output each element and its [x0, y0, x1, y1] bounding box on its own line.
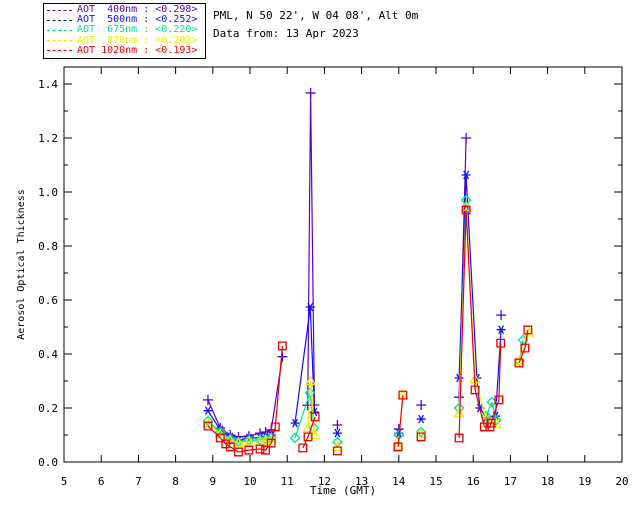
plus-marker-400nm [461, 133, 472, 144]
series-line-400nm [207, 92, 467, 438]
plus-marker-400nm [416, 400, 427, 411]
x-tick-label: 6 [98, 475, 105, 488]
y-tick-label: 1.4 [38, 78, 58, 91]
y-tick-label: 0.6 [38, 294, 58, 307]
x-tick-label: 10 [243, 475, 256, 488]
x-tick-label: 20 [615, 475, 628, 488]
plus-marker-400nm [305, 87, 316, 98]
asterisk-marker-500nm [332, 428, 342, 438]
y-tick-label: 1.0 [38, 186, 58, 199]
plus-marker-400nm [202, 394, 213, 405]
aot-chart: 5 6 7 8 9 10 11 12 13 14 15 16 17 18 19 200.00.20.40.60… [16, 66, 629, 497]
y-tick-label: 0.2 [38, 402, 58, 415]
series-line-675nm [207, 200, 524, 443]
x-tick-label: 14 [392, 475, 406, 488]
series-1020nm [203, 205, 533, 457]
x-tick-label: 11 [281, 475, 294, 488]
series-line-500nm [207, 174, 502, 441]
x-tick-label: 19 [578, 475, 591, 488]
x-tick-label: 7 [135, 475, 142, 488]
x-tick-label: 18 [541, 475, 554, 488]
x-tick-label: 5 [61, 475, 68, 488]
plus-marker-400nm [496, 310, 507, 321]
series-line-1020nm [207, 210, 529, 453]
y-tick-label: 0.4 [38, 348, 58, 361]
x-tick-label: 17 [504, 475, 517, 488]
y-tick-label: 0.8 [38, 240, 58, 253]
y-tick-label: 0.0 [38, 456, 58, 469]
asterisk-marker-500nm [416, 414, 426, 424]
x-tick-label: 9 [209, 475, 216, 488]
plot-frame [63, 66, 623, 463]
x-tick-label: 16 [467, 475, 480, 488]
x-tick-label: 8 [172, 475, 179, 488]
y-axis-title: Aerosol Optical Thickness [16, 189, 27, 340]
aot-plot-window: { "header": { "line1": "PML, N 50 22', W… [0, 0, 640, 512]
x-tick-label: 15 [429, 475, 442, 488]
x-axis-title: Time (GMT) [310, 484, 376, 497]
plus-marker-400nm [277, 351, 288, 362]
plus-marker-400nm [332, 420, 343, 431]
y-tick-label: 1.2 [38, 132, 58, 145]
